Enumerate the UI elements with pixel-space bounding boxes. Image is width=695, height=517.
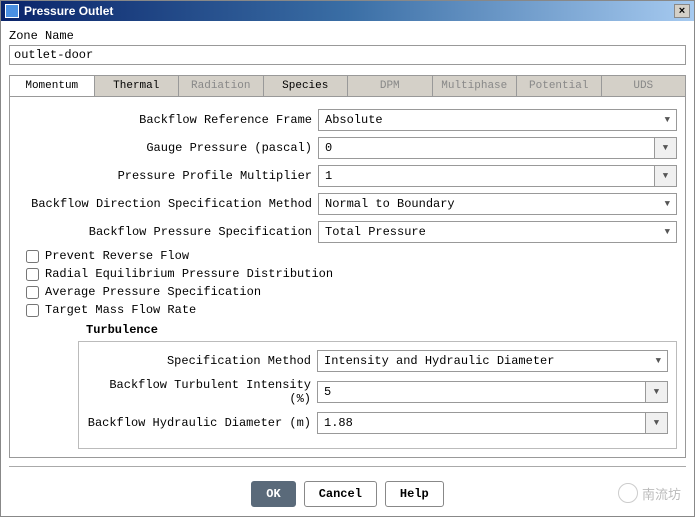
dir-spec-value: Normal to Boundary: [325, 197, 455, 211]
avg-press-label: Average Pressure Specification: [45, 285, 261, 299]
tab-radiation[interactable]: Radiation: [179, 76, 264, 96]
chevron-down-icon: ▼: [654, 418, 659, 428]
turbulence-group: Turbulence Specification Method Intensit…: [78, 323, 677, 449]
zone-name-label: Zone Name: [9, 29, 686, 43]
gauge-pressure-label: Gauge Pressure (pascal): [18, 141, 318, 155]
profile-mult-drop[interactable]: ▼: [655, 165, 677, 187]
turb-intensity-input[interactable]: 5: [317, 381, 646, 403]
press-spec-value: Total Pressure: [325, 225, 426, 239]
tabs: Momentum Thermal Radiation Species DPM M…: [9, 75, 686, 97]
tab-potential[interactable]: Potential: [517, 76, 602, 96]
turb-intensity-drop[interactable]: ▼: [646, 381, 668, 403]
tab-species[interactable]: Species: [264, 76, 349, 96]
ref-frame-value: Absolute: [325, 113, 383, 127]
footer: OK Cancel Help: [9, 475, 686, 516]
watermark: 南流坊: [618, 483, 681, 503]
ref-frame-label: Backflow Reference Frame: [18, 113, 318, 127]
window-title: Pressure Outlet: [24, 4, 674, 18]
dir-spec-select[interactable]: Normal to Boundary ▼: [318, 193, 677, 215]
ref-frame-select[interactable]: Absolute ▼: [318, 109, 677, 131]
profile-mult-label: Pressure Profile Multiplier: [18, 169, 318, 183]
tab-body: Backflow Reference Frame Absolute ▼ Gaug…: [9, 97, 686, 458]
turb-spec-select[interactable]: Intensity and Hydraulic Diameter ▼: [317, 350, 668, 372]
turb-hyd-diam-drop[interactable]: ▼: [646, 412, 668, 434]
close-button[interactable]: ×: [674, 4, 690, 18]
cancel-button[interactable]: Cancel: [304, 481, 377, 507]
turb-hyd-diam-label: Backflow Hydraulic Diameter (m): [87, 416, 317, 430]
target-mfr-label: Target Mass Flow Rate: [45, 303, 196, 317]
chevron-down-icon: ▼: [665, 227, 670, 237]
watermark-icon: [618, 483, 638, 503]
turb-spec-label: Specification Method: [87, 354, 317, 368]
titlebar: Pressure Outlet ×: [1, 1, 694, 21]
turb-hyd-diam-input[interactable]: 1.88: [317, 412, 646, 434]
dir-spec-label: Backflow Direction Specification Method: [18, 197, 318, 211]
zone-name-input[interactable]: [9, 45, 686, 65]
gauge-pressure-drop[interactable]: ▼: [655, 137, 677, 159]
chevron-down-icon: ▼: [665, 115, 670, 125]
profile-mult-input[interactable]: 1: [318, 165, 655, 187]
press-spec-label: Backflow Pressure Specification: [18, 225, 318, 239]
press-spec-select[interactable]: Total Pressure ▼: [318, 221, 677, 243]
app-icon: [5, 4, 19, 18]
avg-press-check[interactable]: [26, 286, 39, 299]
prevent-reverse-label: Prevent Reverse Flow: [45, 249, 189, 263]
tab-dpm[interactable]: DPM: [348, 76, 433, 96]
tab-momentum[interactable]: Momentum: [10, 76, 95, 96]
chevron-down-icon: ▼: [663, 143, 668, 153]
chevron-down-icon: ▼: [654, 387, 659, 397]
chevron-down-icon: ▼: [665, 199, 670, 209]
turb-intensity-label: Backflow Turbulent Intensity (%): [87, 378, 317, 406]
divider: [9, 466, 686, 467]
prevent-reverse-check[interactable]: [26, 250, 39, 263]
watermark-text: 南流坊: [642, 484, 681, 503]
chevron-down-icon: ▼: [656, 356, 661, 366]
gauge-pressure-input[interactable]: 0: [318, 137, 655, 159]
target-mfr-check[interactable]: [26, 304, 39, 317]
turbulence-title: Turbulence: [86, 323, 677, 337]
chevron-down-icon: ▼: [663, 171, 668, 181]
tab-uds[interactable]: UDS: [602, 76, 686, 96]
help-button[interactable]: Help: [385, 481, 444, 507]
turb-spec-value: Intensity and Hydraulic Diameter: [324, 354, 554, 368]
ok-button[interactable]: OK: [251, 481, 295, 507]
tab-thermal[interactable]: Thermal: [95, 76, 180, 96]
radial-eq-check[interactable]: [26, 268, 39, 281]
tab-multiphase[interactable]: Multiphase: [433, 76, 518, 96]
radial-eq-label: Radial Equilibrium Pressure Distribution: [45, 267, 333, 281]
